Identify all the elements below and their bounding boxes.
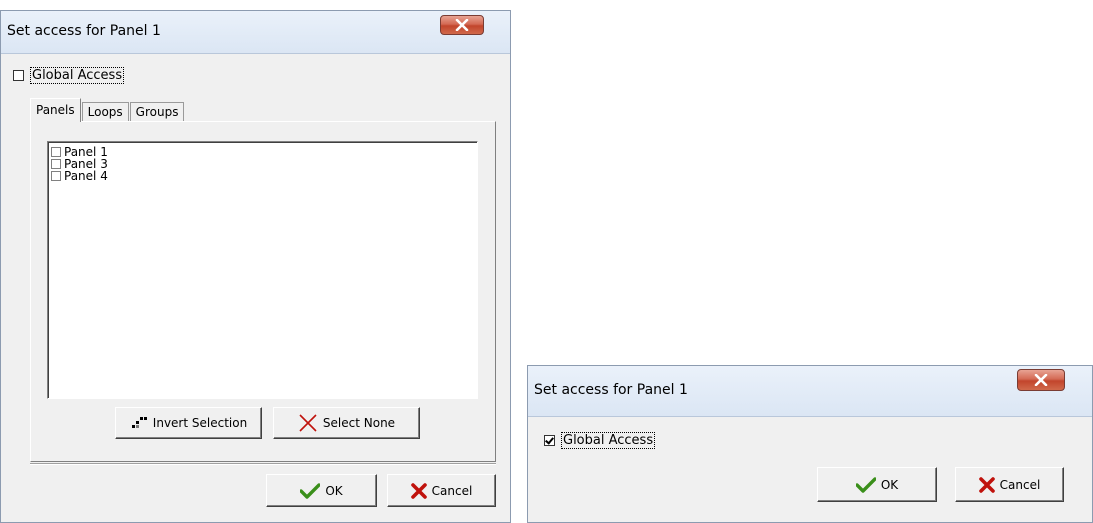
global-access-label: Global Access bbox=[561, 432, 656, 449]
bottom-separator bbox=[30, 463, 496, 465]
panel-4-checkbox[interactable] bbox=[51, 171, 61, 181]
select-none-button[interactable]: Select None bbox=[273, 407, 420, 439]
dialog-client-area: Global Access Panels Loops Groups Panel … bbox=[1, 54, 510, 522]
close-x-icon bbox=[1034, 374, 1048, 386]
red-x-icon bbox=[410, 482, 427, 499]
close-button[interactable] bbox=[440, 15, 484, 35]
panel-3-checkbox[interactable] bbox=[51, 159, 61, 169]
panels-tab-panel: Panel 1 Panel 3 Panel 4 Invert Selection… bbox=[30, 121, 496, 462]
list-item[interactable]: Panel 4 bbox=[51, 170, 477, 182]
window-title: Set access for Panel 1 bbox=[7, 23, 161, 39]
invert-selection-button[interactable]: Invert Selection bbox=[115, 407, 262, 439]
checkmark-icon bbox=[855, 476, 876, 493]
ok-button[interactable]: OK bbox=[817, 467, 937, 502]
ok-label: OK bbox=[880, 477, 899, 492]
tab-panels[interactable]: Panels bbox=[30, 98, 81, 122]
tab-loops[interactable]: Loops bbox=[81, 102, 129, 122]
tab-groups[interactable]: Groups bbox=[129, 102, 185, 122]
tab-strip: Panels Loops Groups bbox=[30, 98, 185, 122]
global-access-checkbox[interactable] bbox=[13, 70, 24, 81]
window-title: Set access for Panel 1 bbox=[534, 382, 688, 398]
invert-selection-icon bbox=[130, 416, 148, 430]
title-bar[interactable]: Set access for Panel 1 bbox=[528, 366, 1092, 417]
cancel-button[interactable]: Cancel bbox=[955, 467, 1064, 502]
global-access-row[interactable]: Global Access bbox=[544, 432, 656, 449]
close-button[interactable] bbox=[1017, 369, 1065, 391]
list-item[interactable]: Panel 3 bbox=[51, 158, 477, 170]
global-access-row[interactable]: Global Access bbox=[13, 67, 125, 84]
set-access-dialog-large: Set access for Panel 1 Global Access Pan… bbox=[0, 10, 511, 523]
panel-4-label: Panel 4 bbox=[64, 169, 108, 183]
set-access-dialog-small: Set access for Panel 1 Global Access OK bbox=[527, 365, 1093, 523]
close-x-icon bbox=[455, 19, 469, 31]
ok-label: OK bbox=[325, 483, 343, 498]
thin-x-icon bbox=[298, 413, 318, 433]
ok-button[interactable]: OK bbox=[266, 474, 377, 507]
invert-selection-label: Invert Selection bbox=[152, 416, 248, 430]
dialog-client-area: Global Access OK Cancel bbox=[528, 417, 1092, 522]
list-item[interactable]: Panel 1 bbox=[51, 146, 477, 158]
cancel-label: Cancel bbox=[431, 483, 473, 498]
panel-1-checkbox[interactable] bbox=[51, 147, 61, 157]
cancel-label: Cancel bbox=[999, 477, 1041, 492]
checkmark-icon bbox=[300, 482, 321, 499]
global-access-checkbox[interactable] bbox=[544, 435, 555, 446]
cancel-button[interactable]: Cancel bbox=[387, 474, 496, 507]
panels-listbox[interactable]: Panel 1 Panel 3 Panel 4 bbox=[47, 141, 478, 399]
global-access-label: Global Access bbox=[30, 67, 125, 84]
select-none-label: Select None bbox=[322, 416, 396, 430]
red-x-icon bbox=[978, 476, 995, 493]
title-bar[interactable]: Set access for Panel 1 bbox=[1, 11, 510, 54]
